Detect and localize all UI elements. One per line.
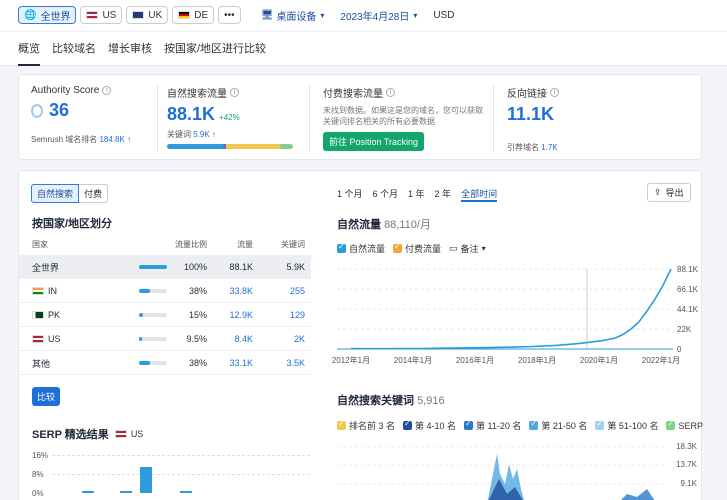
range-2-years[interactable]: 2 年: [435, 187, 452, 202]
serp-bar[interactable]: [140, 467, 152, 493]
traffic-share-bar: [139, 265, 167, 269]
keyword-distribution-bar: [167, 144, 293, 149]
y-tick-label: 0: [677, 345, 682, 354]
toggle-organic[interactable]: 自然搜索: [31, 184, 80, 203]
pk-flag-icon: [32, 311, 44, 319]
us-flag-icon: [32, 335, 44, 343]
traffic-share-bar: [139, 289, 167, 293]
comment-icon: ▭: [449, 243, 458, 253]
table-row[interactable]: PK 15% 12.9K 129: [19, 304, 311, 327]
info-icon[interactable]: i: [230, 88, 239, 97]
globe-icon: 🌐: [24, 9, 37, 21]
country-table-header: 国家 流量比例 流量 关键词: [19, 234, 311, 256]
x-tick-label: 2018年1月: [518, 355, 556, 365]
monitor-icon: 🖥: [260, 9, 274, 21]
table-row[interactable]: US 9.5% 8.4K 2K: [19, 328, 311, 351]
legend-51-100[interactable]: 第 51-100 名: [595, 419, 658, 432]
organic-traffic-metric: 自然搜索流量 i 88.1K +42% 关键词 5.9K ↑: [155, 75, 310, 161]
keywords-chart[interactable]: 18.3K 13.7K 9.1K: [337, 439, 697, 500]
serp-features-title: SERP 精选结果 US: [32, 429, 144, 441]
organic-traffic-title: 自然流量 88,110/月: [337, 219, 431, 231]
us-flag-icon: [86, 11, 99, 19]
range-6-months[interactable]: 6 个月: [373, 187, 399, 202]
organic-keywords-title: 自然搜索关键词 5,916: [337, 395, 445, 407]
legend-21-50[interactable]: 第 21-50 名: [529, 419, 587, 432]
legend-top3[interactable]: 排名前 3 名: [337, 419, 395, 432]
main-content-card: 自然搜索 付费 按国家/地区划分 国家 流量比例 流量 关键词 全世界 100% 8…: [18, 170, 703, 500]
serp-bar[interactable]: [82, 491, 94, 493]
info-icon[interactable]: i: [550, 88, 559, 97]
authority-gauge-icon: [31, 103, 43, 118]
range-1-year[interactable]: 1 年: [408, 187, 425, 202]
region-worldwide-pill[interactable]: 🌐 全世界: [18, 6, 77, 24]
uk-flag-icon: [132, 11, 145, 19]
legend-11-20[interactable]: 第 11-20 名: [464, 419, 521, 432]
legend-organic[interactable]: 自然流量: [337, 242, 385, 255]
tab-compare-countries[interactable]: 按国家/地区进行比较: [164, 32, 266, 66]
tab-overview[interactable]: 概览: [18, 32, 40, 66]
us-flag-icon: [114, 430, 127, 438]
organic-paid-toggle: 自然搜索 付费: [31, 184, 109, 203]
traffic-share-bar: [139, 337, 167, 341]
tab-growth-report[interactable]: 增长审核: [108, 32, 152, 66]
traffic-legend: 自然流量 付费流量 ▭备注▾: [337, 242, 494, 255]
table-row[interactable]: IN 38% 33.8K 255: [19, 280, 311, 303]
currency-label: USD: [433, 9, 455, 21]
authority-score-metric: Authority Score i 36 Semrush 域名排名 184.8K …: [31, 85, 132, 144]
table-row[interactable]: 其他 38% 33.1K 3.5K: [19, 352, 311, 375]
top-filter-bar: 🌐 全世界 US UK DE ••• 🖥 桌面设备 ▾ 2023年4月28日 ▾ USD: [0, 0, 727, 30]
compare-button[interactable]: 比较: [32, 387, 61, 406]
keywords-area: [337, 446, 667, 500]
region-de-pill[interactable]: DE: [172, 6, 215, 24]
more-regions-button[interactable]: •••: [218, 6, 241, 24]
range-1-month[interactable]: 1 个月: [337, 187, 363, 202]
chevron-down-icon: ▾: [413, 10, 418, 20]
traffic-share-bar: [139, 313, 167, 317]
x-tick-label: 2016年1月: [456, 355, 494, 365]
legend-serp[interactable]: SERP: [666, 419, 703, 432]
y-tick-label: 44.1K: [677, 305, 699, 314]
time-range-tabs: 1 个月 6 个月 1 年 2 年 全部时间: [337, 187, 498, 202]
y-tick-label: 66.1K: [677, 285, 699, 294]
serp-bar[interactable]: [180, 491, 192, 493]
x-tick-label: 2014年1月: [394, 355, 432, 365]
y-tick-label: 88.1K: [677, 265, 699, 274]
range-all-time[interactable]: 全部时间: [461, 187, 498, 202]
de-flag-icon: [178, 11, 191, 19]
date-select[interactable]: 2023年4月28日 ▾: [340, 8, 417, 23]
info-icon[interactable]: i: [102, 86, 112, 95]
paid-traffic-metric: 付费搜索流量 i 未找到数据。如果这是您的域名，您可以获取关键词排名相关的所有必要…: [311, 75, 491, 161]
device-select[interactable]: 🖥 桌面设备 ▾: [261, 8, 325, 23]
in-flag-icon: [32, 287, 44, 295]
keyword-legend: 排名前 3 名 第 4-10 名 第 11-20 名 第 21-50 名 第 5…: [337, 419, 711, 432]
backlinks-metric: 反向链接 i 11.1K 引荐域名 1.7K: [507, 88, 559, 152]
legend-paid[interactable]: 付费流量: [393, 242, 441, 255]
info-icon[interactable]: i: [386, 88, 395, 97]
serp-features-chart: 16% 8% 0%: [32, 451, 312, 498]
overview-nav-tabs: 概览 比较域名 增长审核 按国家/地区进行比较: [0, 32, 727, 66]
tab-compare-domains[interactable]: 比较域名: [52, 32, 96, 66]
x-tick-label: 2022年1月: [642, 355, 680, 365]
chevron-down-icon: ▾: [320, 10, 325, 20]
serp-bar[interactable]: [120, 491, 132, 493]
legend-4-10[interactable]: 第 4-10 名: [403, 419, 456, 432]
table-row[interactable]: 全世界 100% 88.1K 5.9K: [19, 256, 311, 279]
organic-traffic-chart[interactable]: 88.1K 66.1K 44.1K 22K 0 2012年1月 2014年1月 2016年1月…: [331, 261, 703, 371]
legend-notes[interactable]: ▭ 备注 ▾: [449, 242, 486, 255]
chevron-down-icon: ▾: [481, 244, 486, 253]
x-tick-label: 2012年1月: [332, 355, 370, 365]
export-icon: ⇪: [654, 187, 662, 197]
region-uk-pill[interactable]: UK: [126, 6, 169, 24]
export-button[interactable]: ⇪ 导出: [647, 183, 691, 202]
summary-metrics-card: Authority Score i 36 Semrush 域名排名 184.8K …: [18, 74, 702, 160]
position-tracking-button[interactable]: 前往 Position Tracking: [323, 132, 425, 151]
traffic-share-bar: [139, 361, 167, 365]
toggle-paid[interactable]: 付费: [79, 184, 109, 203]
region-us-pill[interactable]: US: [80, 6, 123, 24]
x-tick-label: 2020年1月: [580, 355, 618, 365]
y-tick-label: 22K: [677, 325, 692, 334]
country-section-title: 按国家/地区划分: [32, 218, 113, 230]
